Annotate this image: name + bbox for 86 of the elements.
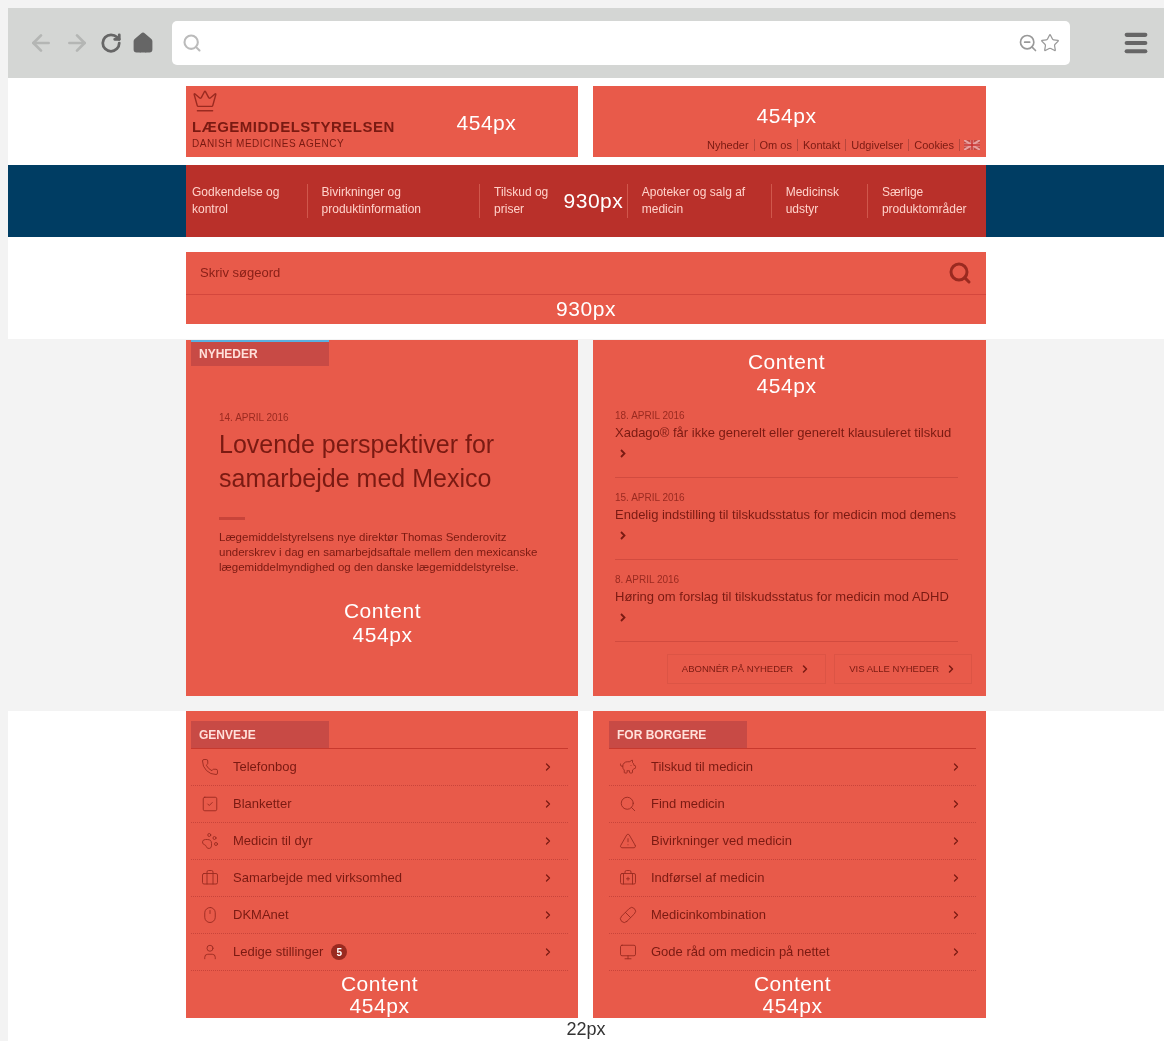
shortcut-link[interactable]: Blanketter [191,786,568,823]
star-icon[interactable] [1040,33,1060,53]
link-label: Telefonbog [233,758,297,777]
nav-item[interactable]: Bivirkninger og produktinformation [306,184,480,218]
featured-headline[interactable]: Lovende perspektiver for samarbejde med Mexico [219,427,509,495]
shortcut-link[interactable]: Medicin til dyr [191,823,568,860]
medical-kit-icon [619,869,637,887]
search-icon [619,795,637,813]
nav-item[interactable]: Tilskud og priser [479,184,561,218]
shortcut-link[interactable]: Bivirkninger ved medicin [609,823,976,860]
news-date: 14. APRIL 2016 [219,411,290,425]
top-link[interactable]: Nyheder [702,139,755,151]
shortcut-link[interactable]: Find medicin [609,786,976,823]
shortcut-link[interactable]: Indførsel af medicin [609,860,976,897]
link-label: DKMAnet [233,906,289,925]
link-label: Medicin til dyr [233,832,313,851]
nav-item[interactable]: Særlige produktområder [866,184,986,218]
dimension-label: Content [340,973,419,995]
dimension-label: 454px [756,103,817,128]
link-label: Blanketter [233,795,292,814]
dimension-label: 930px [556,297,616,321]
shortcut-link[interactable]: Samarbejde med virksomhed [191,860,568,897]
chevron-icon [620,531,626,541]
briefcase-icon [201,869,219,887]
shortcut-link[interactable]: Tilskud til medicin [609,749,976,786]
news-headline[interactable]: Endelig indstilling til tilskudsstatus for medicin mod demens [615,505,958,545]
checkbox-icon [201,795,219,813]
dimension-label: 454px [756,374,817,398]
search-icon [182,33,202,53]
dimension-label: 454px [456,110,517,135]
shortcut-link[interactable]: Gode råd om medicin på nettet [609,934,976,971]
gap-label: 22px [566,1018,606,1040]
user-icon [201,943,219,961]
link-label: Tilskud til medicin [651,758,754,777]
home-icon[interactable] [132,32,154,54]
zoom-out-icon[interactable] [1018,33,1038,53]
dimension-label: 454px [762,995,823,1017]
shortcut-link[interactable]: Telefonbog [191,749,568,786]
chevron-icon [620,613,626,623]
link-label: Bivirkninger ved medicin [651,832,792,851]
news-headline[interactable]: Xadago® får ikke generelt eller generelt klausuleret tilskud [615,423,958,463]
dimension-label: 454px [349,995,410,1017]
uk-flag-icon[interactable] [964,139,980,150]
search-input[interactable]: Skriv søgeord [200,263,948,283]
pill-icon [619,906,637,924]
warning-icon [619,832,637,850]
news-date: 8. APRIL 2016 [615,573,681,587]
shortcut-link[interactable]: DKMAnet [191,897,568,934]
mouse-icon [201,906,219,924]
shortcut-link[interactable]: Medicinkombination [609,897,976,934]
search-icon[interactable] [948,261,972,285]
news-button[interactable]: ABONNÉR PÅ NYHEDER [666,654,827,684]
dimension-label: 930px [563,189,624,213]
link-label: Samarbejde med virksomhed [233,869,403,888]
dimension-label: Content [343,599,422,623]
reload-icon[interactable] [100,32,122,54]
logo-subtitle: DANISH MEDICINES AGENCY [192,137,346,151]
monitor-icon [619,943,637,961]
dimension-label: Content [753,973,832,995]
top-link[interactable]: Om os [754,139,798,151]
link-label: Gode råd om medicin på nettet [651,943,830,962]
link-label: Ledige stillinger [233,943,324,962]
top-link[interactable]: Cookies [909,139,960,151]
dimension-label: Content [747,350,826,374]
news-date: 15. APRIL 2016 [615,491,686,505]
link-label: Indførsel af medicin [651,869,765,888]
nav-item[interactable]: Godkendelse og kontrol [186,184,307,218]
count-badge: 5 [331,944,348,960]
nav-item[interactable]: Medicinsk udstyr [770,184,867,218]
paw-icon [201,832,219,850]
news-date: 18. APRIL 2016 [615,409,686,423]
nav-item[interactable]: Apoteker og salg af medicin [626,184,771,218]
logo-name: LÆGEMIDDELSTYRELSEN [192,118,395,136]
top-link[interactable]: Udgivelser [846,139,910,151]
news-summary: Lægemiddelstyrelsens nye direktør Thomas Senderovitz underskrev i dag en samarbejdsaftale mellem den mexicanske lægemiddelmyndighed og den danske lægemiddelstyrelse. [219,530,539,575]
link-label: Find medicin [651,795,725,814]
dimension-label: 454px [352,623,413,647]
shortcut-link[interactable]: Ledige stillinger 5 [191,934,568,971]
news-headline[interactable]: Høring om forslag til tilskudsstatus for medicin mod ADHD [615,587,958,627]
top-link[interactable]: Kontakt [797,139,847,151]
piggy-bank-icon [619,758,637,776]
phone-icon [201,758,219,776]
news-button[interactable]: VIS ALLE NYHEDER [834,654,972,684]
crown-icon [192,88,218,114]
link-label: Medicinkombination [651,906,766,925]
chevron-icon [620,449,626,459]
